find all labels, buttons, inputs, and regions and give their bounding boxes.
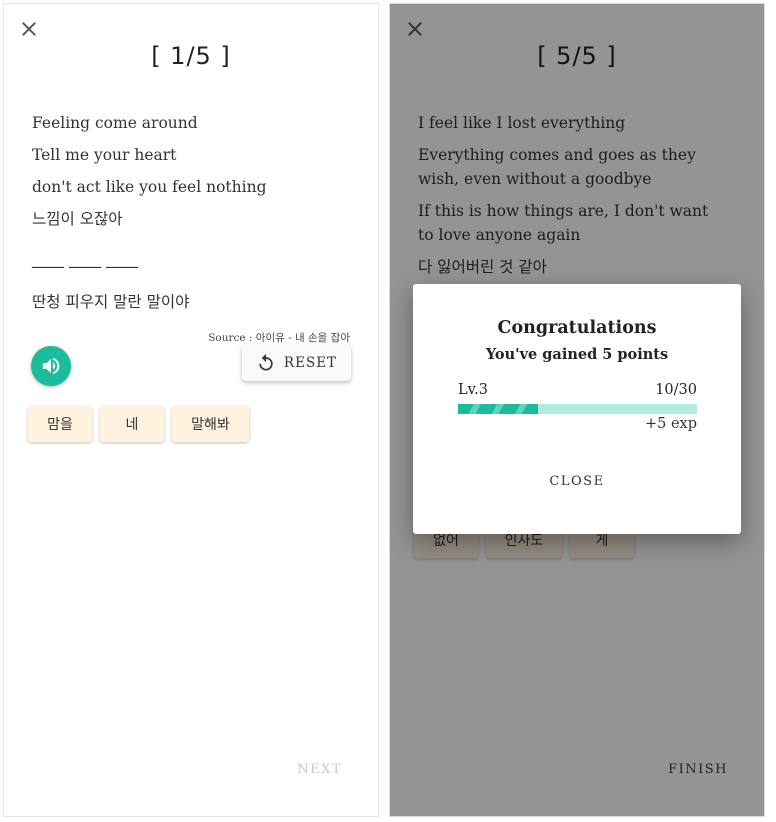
song-source: Source : 아이유 - 내 손을 잡아 — [208, 332, 350, 344]
korean-lyric-line: 딴청 피우지 말란 말이야 — [32, 293, 190, 311]
congratulations-dialog: Congratulations You've gained 5 points L… — [413, 284, 741, 534]
lyric-line: don't act like you feel nothing — [32, 178, 267, 196]
answer-chips: 맘을 네 말해봐 — [28, 406, 249, 442]
reset-button[interactable]: RESET — [242, 345, 351, 381]
exp-progress-bar — [458, 404, 697, 414]
exp-count: 10/30 — [655, 382, 697, 398]
next-button[interactable]: NEXT — [297, 762, 342, 777]
exp-gain: +5 exp — [644, 416, 697, 432]
close-icon[interactable] — [18, 18, 40, 40]
answer-chip[interactable]: 네 — [100, 406, 164, 442]
answer-chip[interactable]: 맘을 — [28, 406, 92, 442]
finish-button[interactable]: FINISH — [668, 762, 728, 777]
reset-icon — [259, 353, 273, 371]
lyrics-block: Feeling come around Tell me your heart d… — [32, 111, 354, 322]
close-button[interactable]: CLOSE — [413, 474, 741, 489]
play-audio-button[interactable] — [31, 346, 71, 386]
level-label: Lv.3 — [458, 382, 488, 398]
reset-label: RESET — [283, 355, 338, 371]
lyric-line: Feeling come around — [32, 114, 198, 132]
answer-chip[interactable]: 말해봐 — [172, 406, 249, 442]
answer-blanks: ____ ____ ____ — [32, 249, 139, 268]
lyric-line: Tell me your heart — [32, 146, 177, 164]
dialog-title: Congratulations — [497, 318, 657, 338]
question-counter: [ 1/5 ] — [151, 42, 231, 70]
quiz-screen-left: [ 1/5 ] Feeling come around Tell me your… — [3, 3, 379, 817]
korean-lyric-line: 느낌이 오잖아 — [32, 210, 123, 228]
exp-progress-fill — [458, 404, 538, 414]
dialog-subtitle: You've gained 5 points — [485, 346, 669, 363]
volume-icon — [42, 357, 60, 375]
